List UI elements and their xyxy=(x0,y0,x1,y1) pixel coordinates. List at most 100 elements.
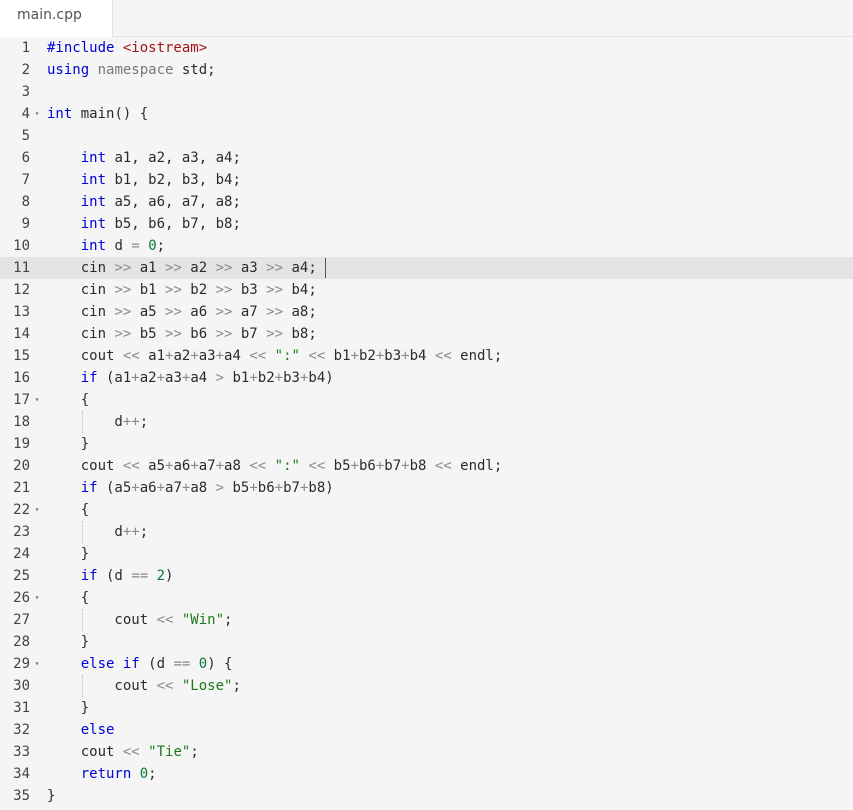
code-token: (d xyxy=(97,568,132,584)
code-token: std; xyxy=(173,62,216,78)
caret-down-icon[interactable]: ▾ xyxy=(33,103,41,125)
code-line[interactable]: 35} xyxy=(0,785,853,807)
code-text: int main() { xyxy=(47,103,148,125)
code-line[interactable]: 18 d++; xyxy=(0,411,853,433)
code-line[interactable]: 20 cout << a5+a6+a7+a8 << ":" << b5+b6+b… xyxy=(0,455,853,477)
code-token: a8; xyxy=(283,304,317,320)
code-line[interactable]: 27 cout << "Win"; xyxy=(0,609,853,631)
code-text: } xyxy=(47,785,55,807)
code-token: b5 xyxy=(224,480,250,496)
code-token: + xyxy=(274,370,284,386)
code-token: b5, b6, b7, b8; xyxy=(106,216,241,232)
code-token: << xyxy=(249,348,267,364)
code-token: } xyxy=(47,788,56,804)
code-token: + xyxy=(215,458,225,474)
code-line[interactable]: 2 using namespace std; xyxy=(0,59,853,81)
code-line[interactable]: 6 int a1, a2, a3, a4; xyxy=(0,147,853,169)
code-token: ; xyxy=(190,744,199,760)
code-line[interactable]: 28 } xyxy=(0,631,853,653)
code-token: cin xyxy=(47,326,115,342)
code-token: << xyxy=(249,458,267,474)
code-token: endl; xyxy=(451,348,503,364)
code-text: cout << "Tie"; xyxy=(47,741,199,763)
code-line[interactable]: 33 cout << "Tie"; xyxy=(0,741,853,763)
code-token: << xyxy=(122,348,140,364)
code-line[interactable]: 32 else xyxy=(0,719,853,741)
code-line[interactable]: 11 cin >> a1 >> a2 >> a3 >> a4; xyxy=(0,257,853,279)
code-line[interactable]: 29 ▾ else if (d == 0) { xyxy=(0,653,853,675)
code-line[interactable]: 22 ▾ { xyxy=(0,499,853,521)
line-number: 17 xyxy=(13,392,30,408)
code-token: ++ xyxy=(122,524,140,540)
code-token: b7 xyxy=(232,326,267,342)
caret-down-icon[interactable]: ▾ xyxy=(33,389,41,411)
line-number: 19 xyxy=(13,436,30,452)
code-text: } xyxy=(47,543,89,565)
code-line[interactable]: 12 cin >> b1 >> b2 >> b3 >> b4; xyxy=(0,279,853,301)
code-line[interactable]: 34 return 0; xyxy=(0,763,853,785)
code-line[interactable]: 30 cout << "Lose"; xyxy=(0,675,853,697)
code-line[interactable]: 13 cin >> a5 >> a6 >> a7 >> a8; xyxy=(0,301,853,323)
tab-main-cpp[interactable]: main.cpp xyxy=(0,0,113,37)
caret-down-icon[interactable]: ▾ xyxy=(33,499,41,521)
code-token: + xyxy=(156,480,166,496)
code-line[interactable]: 7 int b1, b2, b3, b4; xyxy=(0,169,853,191)
code-line[interactable]: 23 d++; xyxy=(0,521,853,543)
line-number: 34 xyxy=(13,766,30,782)
code-line[interactable]: 1 #include <iostream> xyxy=(0,37,853,59)
code-token: b1 xyxy=(224,370,250,386)
caret-down-icon[interactable]: ▾ xyxy=(33,587,41,609)
code-token: + xyxy=(350,458,359,474)
code-token: else xyxy=(80,722,115,738)
code-line[interactable]: 15 cout << a1+a2+a3+a4 << ":" << b1+b2+b… xyxy=(0,345,853,367)
code-line[interactable]: 24 } xyxy=(0,543,853,565)
code-line[interactable]: 25 if (d == 2) xyxy=(0,565,853,587)
code-text: int d = 0; xyxy=(47,235,165,257)
code-token: if xyxy=(80,568,98,584)
caret-down-icon[interactable]: ▾ xyxy=(33,653,41,675)
code-line[interactable]: 17 ▾ { xyxy=(0,389,853,411)
code-line[interactable]: 16 if (a1+a2+a3+a4 > b1+b2+b3+b4) xyxy=(0,367,853,389)
code-token: ) xyxy=(165,568,174,584)
code-token: cin xyxy=(47,260,115,276)
code-text: int a5, a6, a7, a8; xyxy=(47,191,241,213)
code-token: > xyxy=(215,480,225,496)
line-number: 11 xyxy=(13,260,30,276)
code-line[interactable]: 3 xyxy=(0,81,853,103)
code-line[interactable]: 21 if (a5+a6+a7+a8 > b5+b6+b7+b8) xyxy=(0,477,853,499)
code-line[interactable]: 19 } xyxy=(0,433,853,455)
code-token: << xyxy=(122,744,140,760)
code-line[interactable]: 8 int a5, a6, a7, a8; xyxy=(0,191,853,213)
code-token: a4 xyxy=(190,370,216,386)
code-line[interactable]: 9 int b5, b6, b7, b8; xyxy=(0,213,853,235)
code-token: b1 xyxy=(131,282,166,298)
code-token: ; xyxy=(139,414,149,430)
code-editor[interactable]: 1 #include <iostream> 2 using namespace std… xyxy=(0,37,853,810)
code-line[interactable]: 5 xyxy=(0,125,853,147)
code-line[interactable]: 10 int d = 0; xyxy=(0,235,853,257)
code-token: a1, a2, a3, a4; xyxy=(106,150,241,166)
code-text: if (a5+a6+a7+a8 > b5+b6+b7+b8) xyxy=(47,477,334,499)
line-number: 33 xyxy=(13,744,30,760)
code-token: << xyxy=(156,612,174,628)
code-token: >> xyxy=(266,282,284,298)
code-token: + xyxy=(401,348,410,364)
line-number: 26 xyxy=(13,590,30,606)
code-token: b2 xyxy=(257,370,275,386)
code-token: >> xyxy=(165,326,182,342)
code-line[interactable]: 31 } xyxy=(0,697,853,719)
code-text: else if (d == 0) { xyxy=(47,653,233,675)
code-token: + xyxy=(131,370,140,386)
code-token: (a5 xyxy=(97,480,132,496)
code-line[interactable]: 26 ▾ { xyxy=(0,587,853,609)
code-line[interactable]: 14 cin >> b5 >> b6 >> b7 >> b8; xyxy=(0,323,853,345)
code-text: } xyxy=(47,433,89,455)
code-line[interactable]: 4 ▾ int main() { xyxy=(0,103,853,125)
line-number: 32 xyxy=(13,722,30,738)
code-token: + xyxy=(190,458,199,474)
